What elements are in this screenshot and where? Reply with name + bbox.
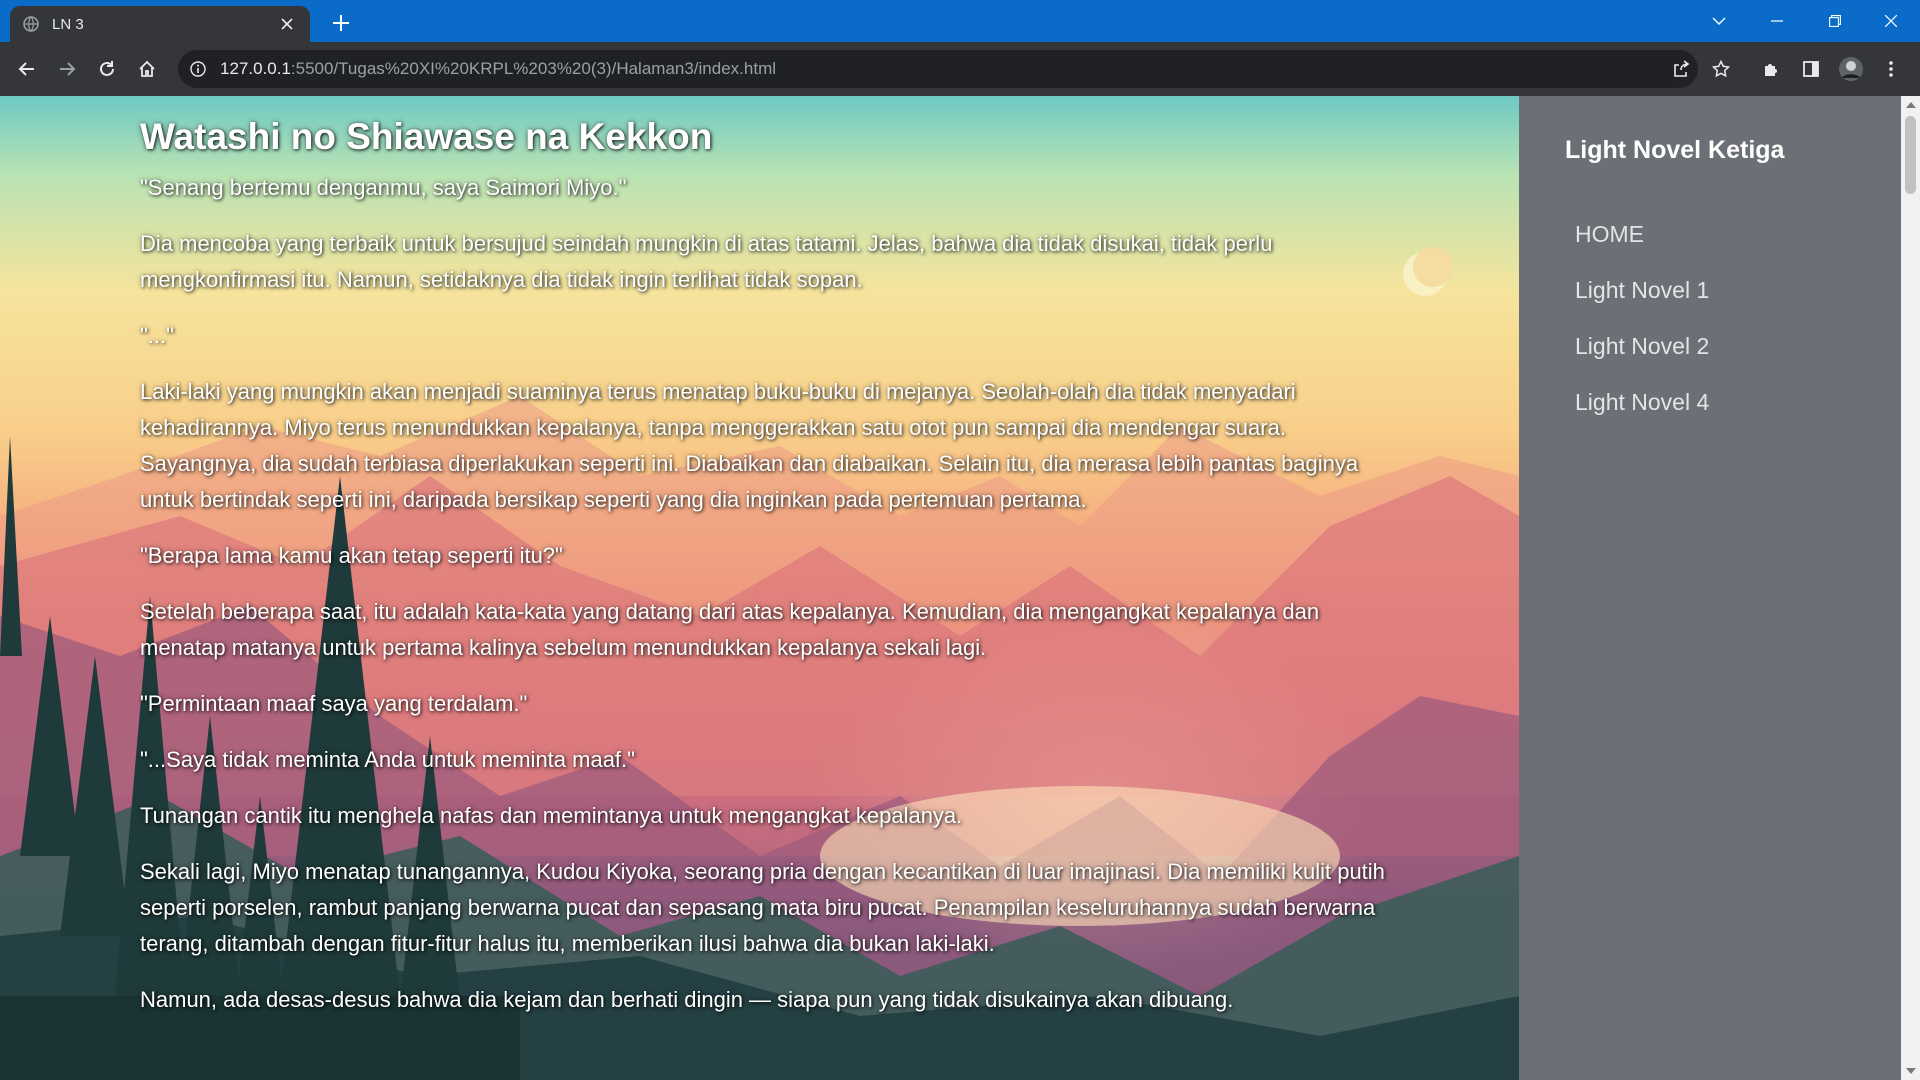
profile-avatar[interactable] [1836,54,1866,84]
close-icon[interactable] [276,13,298,35]
sidebar-item-home[interactable]: HOME [1575,219,1709,275]
article-paragraph: "..." [140,323,174,348]
article-paragraph: Sekali lagi, Miyo menatap tunangannya, K… [140,859,1385,956]
sidebar: Light Novel Ketiga HOME Light Novel 1 Li… [1519,96,1901,1080]
globe-icon [22,15,40,33]
url-text: 127.0.0.1:5500/Tugas%20XI%20KRPL%203%20(… [220,59,776,79]
article: Watashi no Shiawase na Kekkon "Senang be… [140,116,1390,1038]
menu-icon[interactable] [1876,54,1906,84]
scroll-up-icon[interactable] [1906,102,1916,108]
back-icon[interactable] [12,54,42,84]
side-panel-icon[interactable] [1796,54,1826,84]
article-paragraph: "Berapa lama kamu akan tetap seperti itu… [140,543,563,568]
article-paragraph: Setelah beberapa saat, itu adalah kata-k… [140,599,1320,660]
sidebar-item-light-novel-1[interactable]: Light Novel 1 [1575,275,1709,331]
close-icon[interactable] [1862,0,1920,42]
main-content: Watashi no Shiawase na Kekkon "Senang be… [0,96,1519,1080]
restore-icon[interactable] [1806,0,1864,42]
star-icon[interactable] [1706,54,1736,84]
minimize-icon[interactable] [1748,0,1806,42]
share-icon[interactable] [1666,54,1696,84]
sidebar-item-light-novel-4[interactable]: Light Novel 4 [1575,387,1709,443]
address-bar[interactable]: 127.0.0.1:5500/Tugas%20XI%20KRPL%203%20(… [178,50,1698,88]
scrollbar-thumb[interactable] [1905,116,1916,194]
scroll-down-icon[interactable] [1906,1068,1916,1074]
article-paragraph: Laki-laki yang mungkin akan menjadi suam… [140,379,1359,512]
article-title: Watashi no Shiawase na Kekkon [140,116,713,157]
reload-icon[interactable] [92,54,122,84]
page-viewport: Watashi no Shiawase na Kekkon "Senang be… [0,96,1920,1080]
sidebar-nav: HOME Light Novel 1 Light Novel 2 Light N… [1575,219,1709,443]
forward-icon[interactable] [52,54,82,84]
browser-toolbar: 127.0.0.1:5500/Tugas%20XI%20KRPL%203%20(… [0,42,1920,96]
tab-title: LN 3 [52,15,84,33]
browser-tab-strip: LN 3 [0,0,1920,42]
vertical-scrollbar[interactable] [1901,96,1920,1080]
browser-tab[interactable]: LN 3 [10,6,310,42]
home-icon[interactable] [132,54,162,84]
article-paragraph: "Senang bertemu denganmu, saya Saimori M… [140,175,627,200]
chevron-down-icon[interactable] [1690,0,1748,42]
article-paragraph: Namun, ada desas-desus bahwa dia kejam d… [140,987,1234,1012]
article-paragraph: "Permintaan maaf saya yang terdalam." [140,691,528,716]
sidebar-item-light-novel-2[interactable]: Light Novel 2 [1575,331,1709,387]
plus-icon[interactable] [326,8,356,38]
extensions-icon[interactable] [1756,54,1786,84]
url-host: 127.0.0.1 [220,59,291,78]
url-path: :5500/Tugas%20XI%20KRPL%203%20(3)/Halama… [290,59,777,78]
sidebar-title: Light Novel Ketiga [1565,136,1785,164]
article-paragraph: Dia mencoba yang terbaik untuk bersujud … [140,231,1273,292]
info-icon[interactable] [190,61,206,77]
article-paragraph: Tunangan cantik itu menghela nafas dan m… [140,803,963,828]
article-paragraph: "...Saya tidak meminta Anda untuk memint… [140,747,635,772]
